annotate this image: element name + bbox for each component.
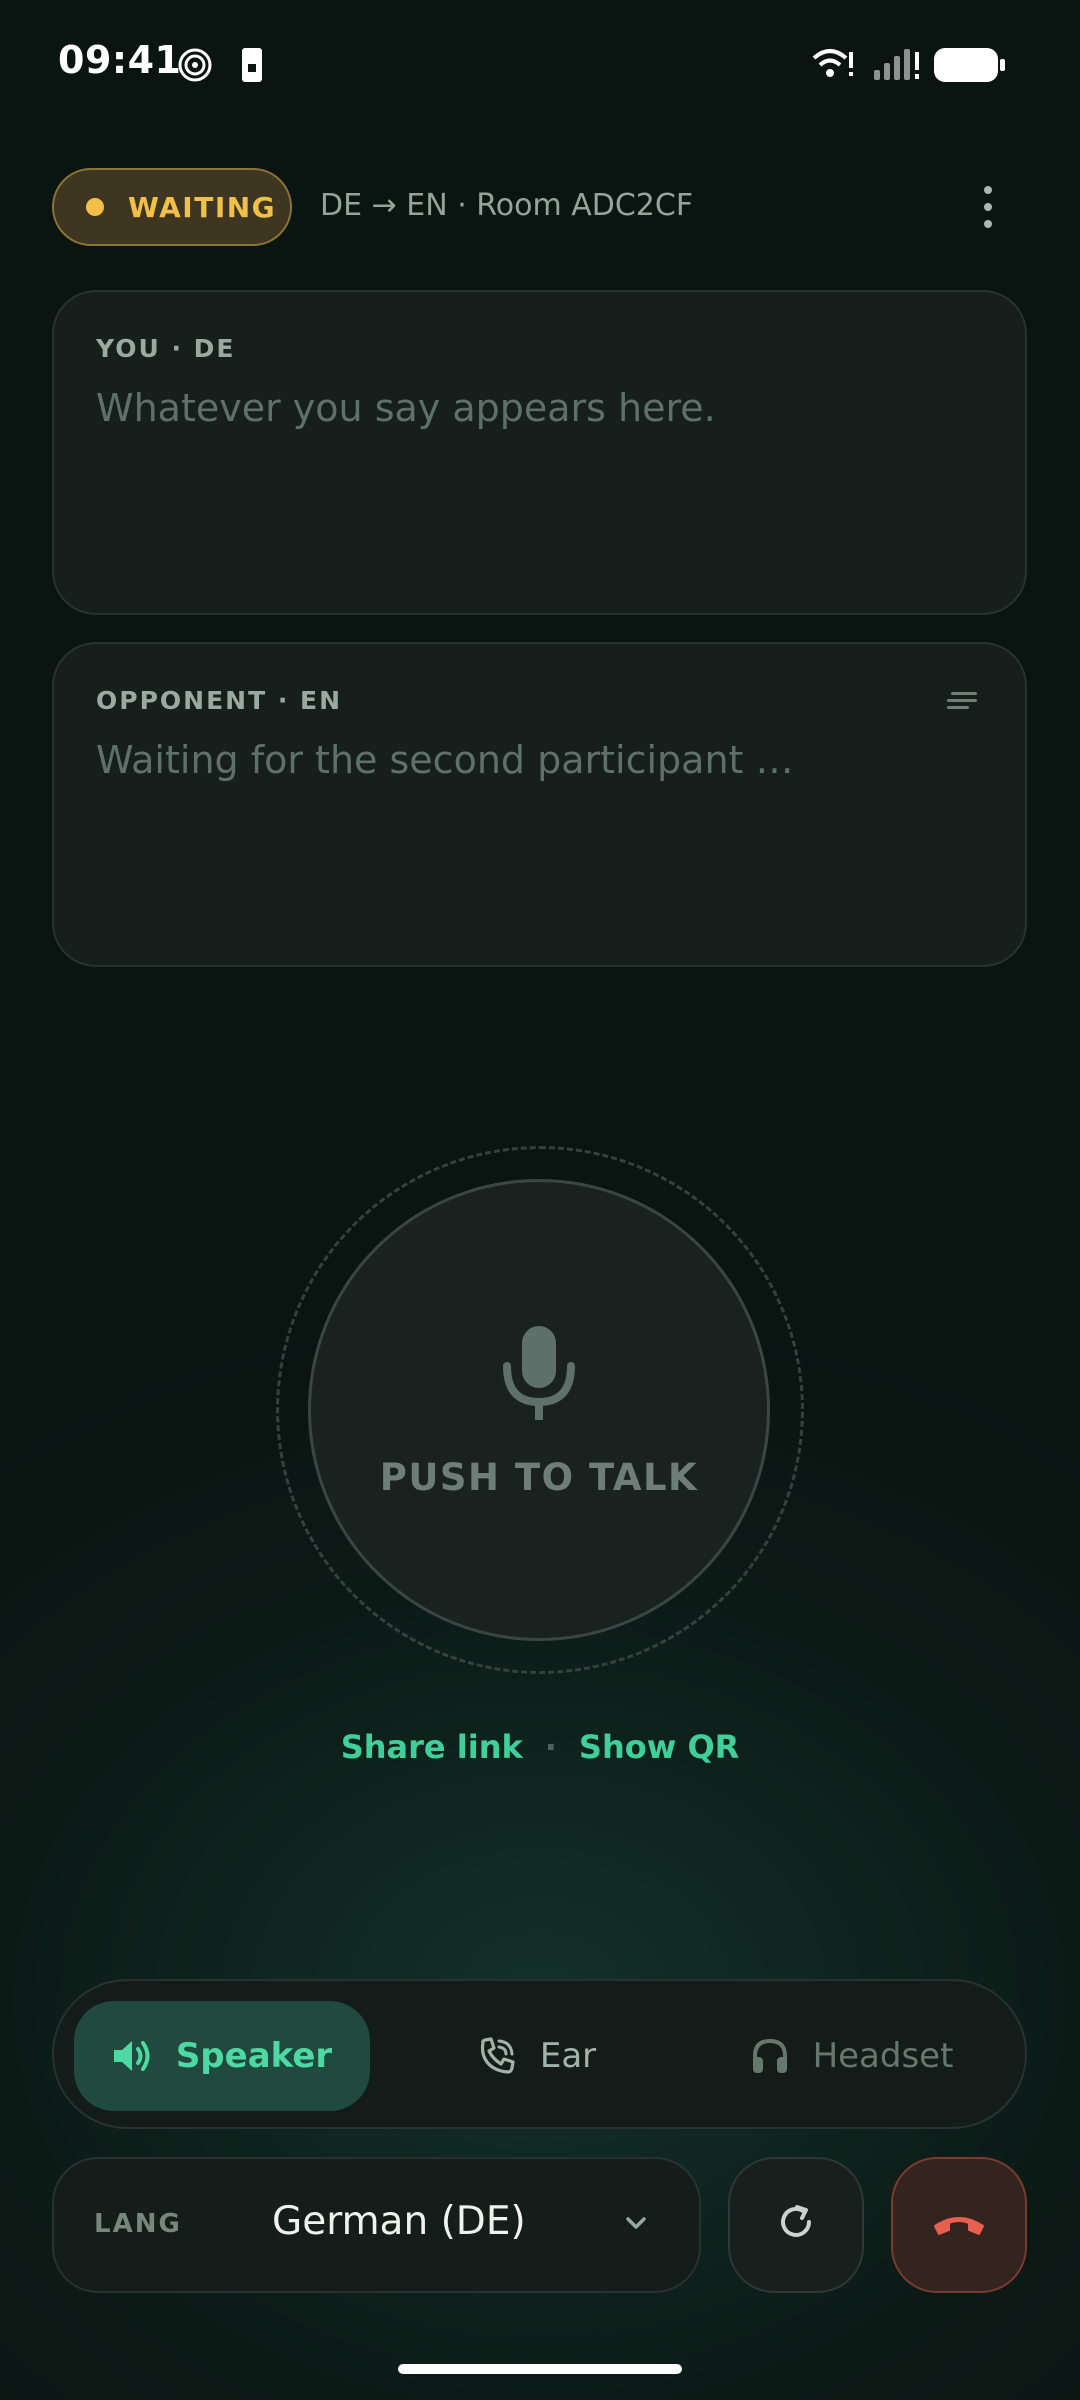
opponent-transcript-label: OPPONENT · EN [96,686,343,715]
route-headset-label: Headset [812,2036,954,2076]
home-indicator[interactable] [398,2364,682,2374]
battery-icon [934,48,1006,86]
phone-ear-icon [478,2037,516,2075]
headset-icon [751,2037,789,2075]
audio-route-selector: Speaker Ear Headset [52,1979,1027,2129]
sim-card-icon [240,46,264,88]
route-speaker-label: Speaker [175,2036,333,2076]
refresh-icon [775,2202,817,2248]
share-row: Share link · Show QR [0,1728,1080,1766]
push-to-talk-label: PUSH TO TALK [379,1455,699,1499]
session-info: DE → EN · Room ADC2CF [320,188,694,223]
status-dot [86,198,104,216]
language-value: German (DE) [272,2199,526,2244]
status-badge: WAITING [52,168,292,246]
opponent-transcript-card: OPPONENT · EN Waiting for the second par… [52,642,1027,967]
language-select[interactable]: LANG German (DE) [52,2157,701,2293]
route-ear-button[interactable]: Ear [402,2001,672,2111]
you-transcript-card: YOU · DE Whatever you say appears here. [52,290,1027,615]
opponent-transcript-placeholder: Waiting for the second participant … [96,738,794,782]
more-vert-icon[interactable] [970,186,1006,228]
speaker-icon [112,2038,152,2074]
refresh-button[interactable] [728,2157,864,2293]
route-headset-button[interactable]: Headset [702,2001,1002,2111]
share-separator: · [544,1728,557,1766]
you-transcript-label: YOU · DE [96,334,236,363]
spiral-icon [178,48,212,86]
language-label: LANG [94,2209,182,2239]
status-time: 09:41 [58,38,182,82]
push-to-talk-button[interactable]: PUSH TO TALK [308,1179,770,1641]
route-speaker-button[interactable]: Speaker [74,2001,370,2111]
phone-hangup-icon [931,2208,987,2242]
you-transcript-placeholder: Whatever you say appears here. [96,386,716,430]
signal-icon [872,46,922,86]
wifi-icon [812,46,856,86]
route-ear-label: Ear [539,2036,597,2076]
hang-up-button[interactable] [891,2157,1027,2293]
text-lines-icon[interactable] [947,690,977,716]
microphone-icon [501,1322,577,1426]
share-link-button[interactable]: Share link [341,1728,523,1766]
status-badge-label: WAITING [128,190,277,224]
show-qr-button[interactable]: Show QR [579,1728,739,1766]
chevron-down-icon [622,2209,650,2241]
